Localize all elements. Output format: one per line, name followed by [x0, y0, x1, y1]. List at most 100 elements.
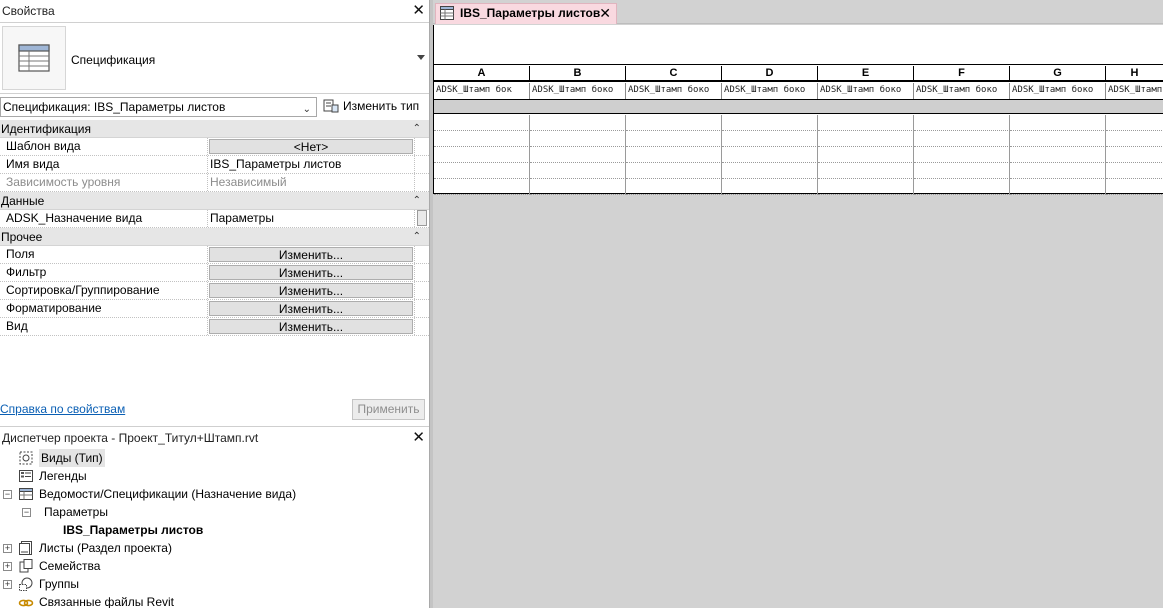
- column-header[interactable]: D: [722, 66, 818, 82]
- column-header[interactable]: F: [914, 66, 1010, 82]
- schedule-cell[interactable]: [818, 147, 914, 163]
- collapse-icon[interactable]: −: [3, 490, 12, 499]
- schedule-cell[interactable]: [530, 131, 626, 147]
- schedule-cell[interactable]: [626, 179, 722, 195]
- column-header[interactable]: C: [626, 66, 722, 82]
- schedule-cell[interactable]: [1010, 147, 1106, 163]
- field-header-cell[interactable]: ADSK_Штамп боко: [530, 83, 626, 99]
- schedule-cell[interactable]: [530, 115, 626, 131]
- schedule-cell[interactable]: [434, 179, 530, 195]
- schedule-cell[interactable]: [530, 163, 626, 179]
- property-value[interactable]: Параметры: [208, 210, 414, 227]
- property-category[interactable]: Идентификация ⌃: [0, 120, 429, 138]
- schedule-cell[interactable]: [1106, 163, 1163, 179]
- schedule-cell[interactable]: [914, 179, 1010, 195]
- schedule-cell[interactable]: [434, 163, 530, 179]
- tree-node[interactable]: + Листы (Раздел проекта): [0, 539, 429, 557]
- field-header-cell[interactable]: ADSK_Штамп боко: [1010, 83, 1106, 99]
- property-value[interactable]: IBS_Параметры листов: [208, 156, 414, 173]
- schedule-cell[interactable]: [1106, 115, 1163, 131]
- schedule-cell[interactable]: [722, 115, 818, 131]
- type-dropdown-icon[interactable]: [417, 55, 425, 60]
- field-header-cell[interactable]: ADSK_Штамп боко: [818, 83, 914, 99]
- column-header[interactable]: A: [434, 66, 530, 82]
- schedule-cell[interactable]: [1106, 179, 1163, 195]
- column-header[interactable]: H: [1106, 66, 1163, 82]
- property-category[interactable]: Прочее ⌃: [0, 228, 429, 246]
- schedule-cell[interactable]: [1106, 147, 1163, 163]
- property-category[interactable]: Данные ⌃: [0, 192, 429, 210]
- property-edit-button[interactable]: Изменить...: [209, 283, 413, 298]
- schedule-cell[interactable]: [1010, 115, 1106, 131]
- tab-close-icon[interactable]: ✕: [599, 4, 611, 23]
- tree-node[interactable]: − Параметры: [0, 503, 429, 521]
- tree-node[interactable]: − Ведомости/Спецификации (Назначение вида…: [0, 485, 429, 503]
- property-value[interactable]: Изменить...: [208, 282, 414, 299]
- schedule-cell[interactable]: [722, 147, 818, 163]
- property-edit-button[interactable]: Изменить...: [209, 265, 413, 280]
- field-header-cell[interactable]: ADSK_Штамп боко: [722, 83, 818, 99]
- property-value[interactable]: Изменить...: [208, 300, 414, 317]
- schedule-cell[interactable]: [818, 115, 914, 131]
- schedule-cell[interactable]: [626, 163, 722, 179]
- expand-icon[interactable]: +: [3, 580, 12, 589]
- schedule-cell[interactable]: [530, 179, 626, 195]
- field-header-cell[interactable]: ADSK_Штамп боко: [626, 83, 722, 99]
- schedule-cell[interactable]: [1106, 131, 1163, 147]
- collapse-icon[interactable]: ⌃: [413, 192, 421, 210]
- tree-node[interactable]: + Семейства: [0, 557, 429, 575]
- properties-help-link[interactable]: Справка по свойствам: [0, 402, 125, 416]
- column-header[interactable]: E: [818, 66, 914, 82]
- schedule-cell[interactable]: [914, 163, 1010, 179]
- schedule-cell[interactable]: [434, 147, 530, 163]
- property-edit-button[interactable]: Изменить...: [209, 301, 413, 316]
- schedule-cell[interactable]: [818, 179, 914, 195]
- schedule-cell[interactable]: [818, 131, 914, 147]
- property-value[interactable]: Изменить...: [208, 264, 414, 281]
- expand-icon[interactable]: +: [3, 562, 12, 571]
- tree-node[interactable]: Легенды: [0, 467, 429, 485]
- property-value[interactable]: Изменить...: [208, 318, 414, 335]
- schedule-cell[interactable]: [626, 115, 722, 131]
- scrollbar-thumb[interactable]: [417, 210, 427, 226]
- field-header-cell[interactable]: ADSK_Штамп бок: [434, 83, 530, 99]
- property-value[interactable]: Изменить...: [208, 246, 414, 263]
- schedule-cell[interactable]: [914, 147, 1010, 163]
- tree-node[interactable]: IBS_Параметры листов: [0, 521, 429, 539]
- schedule-cell[interactable]: [914, 115, 1010, 131]
- schedule-cell[interactable]: [914, 131, 1010, 147]
- collapse-icon[interactable]: ⌃: [413, 228, 421, 246]
- schedule-cell[interactable]: [434, 131, 530, 147]
- schedule-cell[interactable]: [722, 163, 818, 179]
- schedule-cell[interactable]: [1010, 163, 1106, 179]
- tab-schedule-view[interactable]: IBS_Параметры листов ✕: [435, 3, 617, 24]
- schedule-cell[interactable]: [1010, 131, 1106, 147]
- collapse-icon[interactable]: −: [22, 508, 31, 517]
- schedule-cell[interactable]: [626, 131, 722, 147]
- schedule-cell[interactable]: [722, 179, 818, 195]
- schedule-title-cell[interactable]: [434, 25, 1163, 65]
- property-value[interactable]: <Нет>: [208, 138, 414, 155]
- field-header-cell[interactable]: ADSK_Штамп боко: [1106, 83, 1163, 99]
- edit-type-button[interactable]: Изменить тип: [321, 96, 419, 118]
- field-header-cell[interactable]: ADSK_Штамп боко: [914, 83, 1010, 99]
- schedule-cell[interactable]: [1010, 179, 1106, 195]
- instance-selector[interactable]: Спецификация: IBS_Параметры листов ⌄: [0, 97, 317, 117]
- schedule-cell[interactable]: [626, 147, 722, 163]
- expand-icon[interactable]: +: [3, 544, 12, 553]
- tree-node[interactable]: Связанные файлы Revit: [0, 593, 429, 608]
- tree-node[interactable]: + Группы: [0, 575, 429, 593]
- schedule-cell[interactable]: [722, 131, 818, 147]
- column-header[interactable]: G: [1010, 66, 1106, 82]
- column-header[interactable]: B: [530, 66, 626, 82]
- property-edit-button[interactable]: <Нет>: [209, 139, 413, 154]
- tree-node[interactable]: Виды (Тип): [0, 449, 429, 467]
- schedule-cell[interactable]: [530, 147, 626, 163]
- property-edit-button[interactable]: Изменить...: [209, 319, 413, 334]
- schedule-cell[interactable]: [818, 163, 914, 179]
- collapse-icon[interactable]: ⌃: [413, 120, 421, 138]
- apply-button[interactable]: Применить: [352, 399, 425, 420]
- property-edit-button[interactable]: Изменить...: [209, 247, 413, 262]
- type-selector[interactable]: Спецификация: [0, 22, 429, 94]
- project-browser-close-icon[interactable]: ✕: [412, 427, 425, 449]
